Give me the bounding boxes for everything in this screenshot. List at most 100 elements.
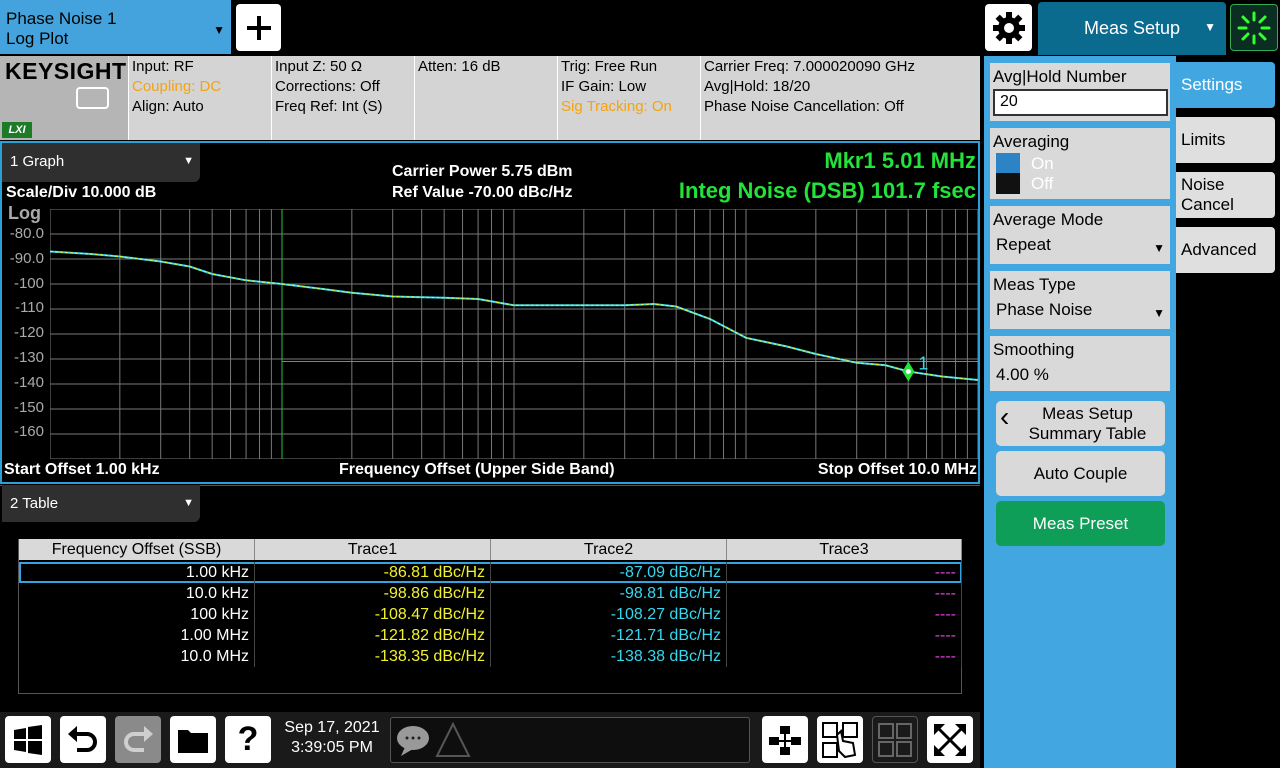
multi-window-button[interactable] — [872, 716, 918, 763]
screen-control-icon — [76, 87, 109, 109]
input-z-info[interactable]: Input Z: 50 Ω Corrections: Off Freq Ref:… — [271, 56, 414, 140]
dropdown-arrow-icon: ▼ — [1204, 20, 1216, 34]
cell-trace3: ---- — [727, 646, 962, 667]
dropdown-arrow-icon: ▼ — [183, 155, 194, 167]
cell-trace2: -87.09 dBc/Hz — [491, 562, 727, 583]
grid-icon — [878, 722, 912, 757]
redo-button[interactable] — [115, 716, 161, 763]
avg-hold-input[interactable]: 20 — [993, 89, 1168, 116]
carrier-info[interactable]: Carrier Freq: 7.000020090 GHz Avg|Hold: … — [700, 56, 980, 140]
tab-advanced[interactable]: Advanced — [1176, 227, 1275, 273]
summary-button-label: Meas Setup Summary Table — [1028, 403, 1147, 443]
cell-trace1: -138.35 dBc/Hz — [255, 646, 491, 667]
help-button[interactable]: ? — [225, 716, 271, 763]
smoothing-value: 4.00 % — [996, 365, 1049, 384]
trigger-info[interactable]: Trig: Free Run IF Gain: Low Sig Tracking… — [557, 56, 700, 140]
meas-type-control[interactable]: Meas Type Phase Noise ▼ — [990, 271, 1170, 329]
avg-hold-text: Avg|Hold: 18/20 — [704, 78, 811, 95]
y-tick-label: -100 — [13, 274, 44, 292]
input-text: Input: RF — [132, 58, 194, 75]
undo-icon — [68, 725, 97, 752]
tree-layout-icon — [769, 725, 801, 755]
average-mode-value: Repeat — [996, 235, 1051, 254]
cell-offset: 1.00 MHz — [19, 625, 255, 646]
message-area[interactable] — [390, 717, 750, 763]
add-screen-button[interactable] — [236, 4, 281, 51]
cell-offset: 1.00 kHz — [19, 562, 255, 583]
input-info[interactable]: Input: RF Coupling: DC Align: Auto — [128, 56, 271, 140]
graph-window-selector[interactable]: 1 Graph ▼ — [2, 143, 200, 182]
windows-button[interactable] — [5, 716, 51, 763]
if-gain-text: IF Gain: Low — [561, 78, 647, 95]
scale-div-label: Scale/Div 10.000 dB — [6, 184, 157, 201]
atten-text: Atten: 16 dB — [418, 58, 501, 75]
log-scale-label: Log — [8, 203, 41, 223]
dropdown-arrow-icon: ▼ — [1153, 306, 1165, 320]
carrier-power-label: Carrier Power 5.75 dBm — [392, 163, 573, 180]
cell-offset: 100 kHz — [19, 604, 255, 625]
dropdown-arrow-icon: ▼ — [1153, 241, 1165, 255]
stop-offset-label: Stop Offset 10.0 MHz — [817, 461, 977, 478]
input-z-text: Input Z: 50 Ω — [275, 58, 363, 75]
meas-setup-menu[interactable]: Meas Setup ▼ — [1038, 2, 1226, 55]
cell-trace3: ---- — [727, 583, 962, 604]
avg-hold-label: Avg|Hold Number — [993, 67, 1127, 86]
meas-setup-summary-button[interactable]: ‹ Meas Setup Summary Table — [996, 401, 1165, 446]
settings-button[interactable] — [985, 4, 1032, 51]
y-tick-label: -80.0 — [9, 225, 44, 242]
table-window-selector[interactable]: 2 Table ▼ — [2, 485, 200, 522]
tab-limits[interactable]: Limits — [1176, 117, 1275, 163]
averaging-label: Averaging — [993, 132, 1070, 151]
cell-trace2: -138.38 dBc/Hz — [491, 646, 727, 667]
meas-type-label: Meas Type — [993, 275, 1076, 294]
undo-button[interactable] — [60, 716, 106, 763]
dropdown-arrow-icon: ▼ — [183, 497, 194, 509]
y-tick-label: -150 — [13, 398, 44, 416]
y-tick-label: -130 — [13, 349, 44, 366]
tab-settings[interactable]: Settings — [1176, 62, 1275, 108]
average-mode-label: Average Mode — [993, 210, 1104, 229]
cell-trace2: -108.27 dBc/Hz — [491, 604, 727, 625]
dropdown-arrow-icon: ▼ — [213, 23, 225, 37]
cell-trace2: -98.81 dBc/Hz — [491, 583, 727, 604]
full-screen-button[interactable] — [927, 716, 973, 763]
integ-noise-readout: Integ Noise (DSB) 101.7 fsec — [678, 178, 976, 203]
date-text: Sep 17, 2021 — [284, 719, 380, 736]
message-icons — [397, 721, 471, 757]
spinner-icon — [1237, 11, 1271, 44]
smoothing-control[interactable]: Smoothing 4.00 % — [990, 336, 1170, 391]
redo-icon — [124, 725, 153, 752]
auto-couple-button[interactable]: Auto Couple — [996, 451, 1165, 496]
lxi-badge: LXI — [2, 122, 32, 138]
file-button[interactable] — [170, 716, 216, 763]
keysight-logo[interactable]: KEYSIGHT LXI — [0, 56, 128, 140]
plus-icon — [246, 15, 271, 40]
tab-noise-cancel[interactable]: Noise Cancel — [1176, 172, 1275, 218]
time-text: 3:39:05 PM — [291, 739, 373, 756]
cell-trace3: ---- — [727, 625, 962, 646]
col-header-trace1: Trace1 — [255, 539, 491, 560]
layout-button[interactable] — [762, 716, 808, 763]
mode-view: Log Plot — [6, 29, 69, 48]
measurement-mode-selector[interactable]: Phase Noise 1 Log Plot ▼ — [0, 0, 231, 54]
folder-icon — [178, 729, 208, 753]
average-mode-control[interactable]: Average Mode Repeat ▼ — [990, 206, 1170, 264]
busy-indicator — [1230, 4, 1278, 51]
phase-noise-plot[interactable]: 1 — [50, 209, 978, 459]
brand-name: KEYSIGHT — [5, 58, 127, 84]
meas-setup-label: Meas Setup — [1083, 18, 1181, 38]
cell-trace1: -98.86 dBc/Hz — [255, 583, 491, 604]
ref-value-label: Ref Value -70.00 dBc/Hz — [392, 184, 573, 201]
y-tick-label: -90.0 — [9, 249, 44, 267]
coupling-text: Coupling: DC — [132, 78, 222, 95]
atten-info[interactable]: Atten: 16 dB — [414, 56, 557, 140]
y-tick-label: -120 — [13, 324, 44, 342]
touch-select-button[interactable] — [817, 716, 863, 763]
col-header-trace2: Trace2 — [491, 539, 727, 560]
table-window-label: 2 Table — [10, 495, 59, 512]
mode-title: Phase Noise 1 — [6, 9, 117, 28]
date-time: Sep 17, 2021 3:39:05 PM — [276, 718, 388, 762]
averaging-on-indicator — [996, 153, 1020, 174]
meas-preset-button[interactable]: Meas Preset — [996, 501, 1165, 546]
expand-arrows-icon — [934, 723, 966, 756]
